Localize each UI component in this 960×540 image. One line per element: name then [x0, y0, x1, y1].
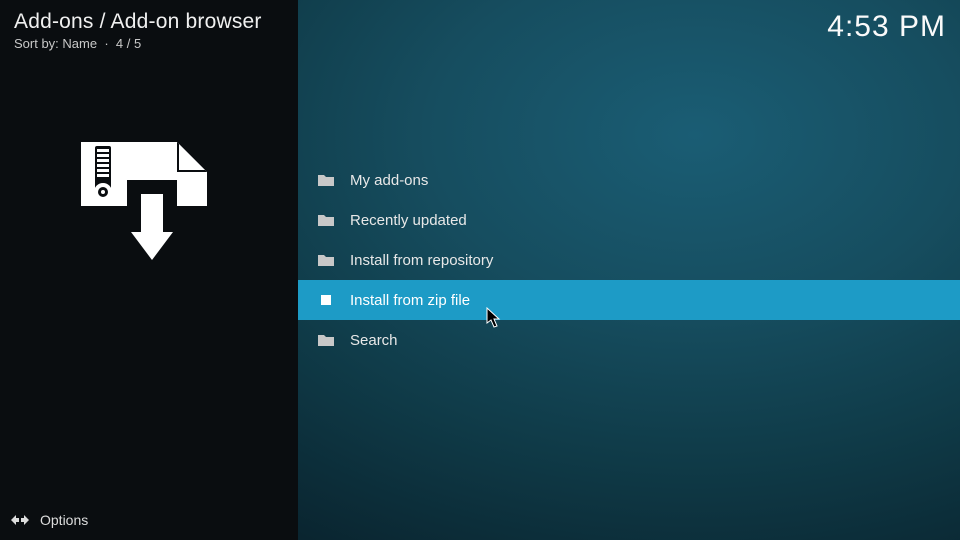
menu-item-label: Install from zip file — [350, 292, 470, 309]
sidebar — [0, 0, 298, 540]
options-label[interactable]: Options — [40, 512, 88, 528]
folder-icon — [316, 330, 336, 350]
header: Add-ons / Add-on browser Sort by: Name ·… — [14, 10, 946, 51]
zip-install-icon — [77, 138, 217, 273]
sort-indicator: Sort by: Name · 4 / 5 — [14, 36, 262, 51]
footer: Options — [0, 500, 298, 540]
menu-item-install-repository[interactable]: Install from repository — [298, 240, 960, 280]
menu-item-install-zip[interactable]: Install from zip file — [298, 280, 960, 320]
options-icon[interactable] — [10, 510, 30, 530]
menu-item-label: Install from repository — [350, 252, 493, 269]
menu-item-my-addons[interactable]: My add-ons — [298, 160, 960, 200]
clock: 4:53 PM — [827, 10, 946, 44]
menu-item-label: Search — [350, 332, 398, 349]
folder-icon — [316, 250, 336, 270]
menu-item-label: Recently updated — [350, 212, 467, 229]
breadcrumb: Add-ons / Add-on browser — [14, 10, 262, 34]
menu-item-label: My add-ons — [350, 172, 428, 189]
folder-icon — [316, 170, 336, 190]
menu-item-search[interactable]: Search — [298, 320, 960, 360]
folder-icon — [316, 210, 336, 230]
menu-item-recently-updated[interactable]: Recently updated — [298, 200, 960, 240]
file-icon — [316, 290, 336, 310]
menu-list: My add-ons Recently updated Install from… — [298, 160, 960, 360]
